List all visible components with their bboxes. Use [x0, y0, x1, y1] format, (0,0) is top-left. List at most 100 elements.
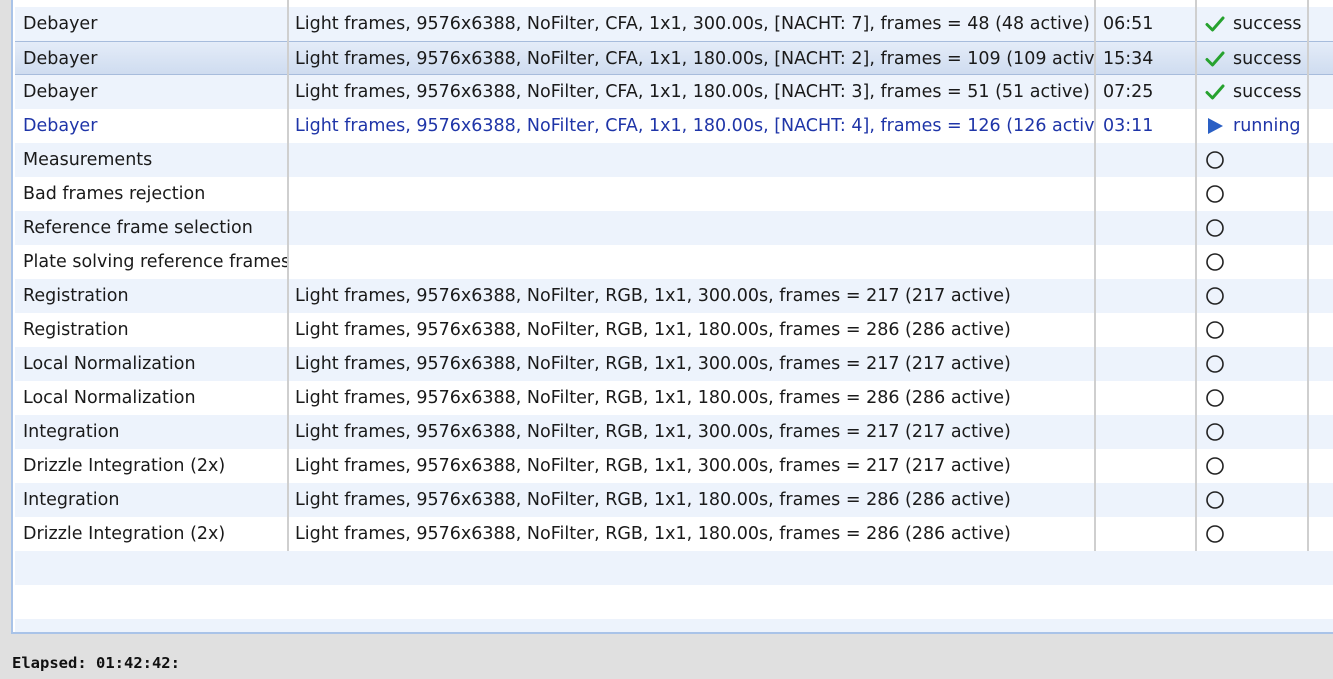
task-time-cell: [1103, 211, 1193, 245]
task-description-cell: Light frames, 9576x6388, NoFilter, RGB, …: [295, 456, 1011, 476]
column-separator: [1195, 0, 1197, 551]
task-status-cell: [1205, 245, 1315, 279]
task-description-cell: Light frames, 9576x6388, NoFilter, CFA, …: [295, 116, 1095, 136]
status-label: success: [1233, 49, 1302, 69]
task-description-cell: Light frames, 9576x6388, NoFilter, RGB, …: [295, 490, 1011, 510]
status-label: running: [1233, 116, 1301, 136]
task-name-cell: Registration: [23, 320, 129, 340]
empty-row: [15, 551, 1333, 585]
task-name-cell: Measurements: [23, 150, 153, 170]
task-description-cell: Light frames, 9576x6388, NoFilter, RGB, …: [295, 422, 1011, 442]
pending-circle-icon: [1205, 318, 1225, 339]
task-description-cell: Light frames, 9576x6388, NoFilter, CFA, …: [295, 82, 1090, 102]
table-row[interactable]: Registration Light frames, 9576x6388, NoF…: [15, 279, 1333, 313]
pending-circle-icon: [1205, 250, 1225, 271]
task-name-cell: Debayer: [23, 14, 98, 34]
task-time-cell: [1103, 483, 1193, 517]
task-time-cell: [1103, 143, 1193, 177]
pending-circle-icon: [1205, 522, 1225, 543]
table-row[interactable]: Plate solving reference frames: [15, 245, 1333, 279]
task-name-cell: Reference frame selection: [23, 218, 253, 238]
task-status-cell: success: [1205, 7, 1315, 41]
task-status-cell: running: [1205, 109, 1315, 143]
table-row[interactable]: Drizzle Integration (2x) Light frames, 95…: [15, 517, 1333, 551]
task-time-cell: 07:25: [1103, 82, 1154, 102]
pending-circle-icon: [1205, 454, 1225, 475]
task-name-cell: Integration: [23, 422, 120, 442]
table-row[interactable]: Local Normalization Light frames, 9576x63…: [15, 381, 1333, 415]
check-icon: [1205, 12, 1225, 32]
task-description-cell: [295, 177, 1095, 211]
table-row[interactable]: Bad frames rejection: [15, 177, 1333, 211]
table-row[interactable]: Integration Light frames, 9576x6388, NoFi…: [15, 483, 1333, 517]
task-time-cell: [1103, 347, 1193, 381]
task-name-cell: Debayer: [23, 49, 98, 69]
task-status-cell: [1205, 177, 1315, 211]
task-time-cell: [1103, 449, 1193, 483]
table-row[interactable]: Drizzle Integration (2x) Light frames, 95…: [15, 449, 1333, 483]
empty-row: [15, 585, 1333, 619]
pending-circle-icon: [1205, 216, 1225, 237]
task-status-cell: success: [1205, 75, 1315, 109]
task-status-cell: [1205, 483, 1315, 517]
task-description-cell: Light frames, 9576x6388, NoFilter, CFA, …: [295, 14, 1090, 34]
task-description-cell: Light frames, 9576x6388, NoFilter, RGB, …: [295, 388, 1011, 408]
pending-circle-icon: [1205, 182, 1225, 203]
table-row[interactable]: Debayer Light frames, 9576x6388, NoFilter…: [15, 109, 1333, 143]
task-status-cell: [1205, 517, 1315, 551]
task-time-cell: [1103, 415, 1193, 449]
task-description-cell: Light frames, 9576x6388, NoFilter, RGB, …: [295, 286, 1011, 306]
task-status-cell: [1205, 347, 1315, 381]
pending-circle-icon: [1205, 352, 1225, 373]
task-time-cell: 15:34: [1103, 49, 1154, 69]
table-row[interactable]: Debayer Light frames, 9576x6388, NoFilter…: [15, 75, 1333, 109]
task-status-cell: [1205, 449, 1315, 483]
task-status-cell: [1205, 143, 1315, 177]
column-separator: [287, 0, 289, 551]
column-separator: [1094, 0, 1096, 551]
check-icon: [1205, 47, 1225, 67]
task-name-cell: Registration: [23, 286, 129, 306]
task-name-cell: Local Normalization: [23, 388, 196, 408]
task-time-cell: [1103, 313, 1193, 347]
check-icon: [1205, 80, 1225, 100]
task-name-cell: Drizzle Integration (2x): [23, 524, 226, 544]
table-row[interactable]: Integration Light frames, 9576x6388, NoFi…: [15, 415, 1333, 449]
task-name-cell: Drizzle Integration (2x): [23, 456, 226, 476]
pending-circle-icon: [1205, 148, 1225, 169]
table-row[interactable]: Registration Light frames, 9576x6388, NoF…: [15, 313, 1333, 347]
task-description-cell: Light frames, 9576x6388, NoFilter, RGB, …: [295, 320, 1011, 340]
task-time-cell: 03:11: [1103, 116, 1154, 136]
task-description-cell: [295, 245, 1095, 279]
task-name-cell: Integration: [23, 490, 120, 510]
table-row[interactable]: Measurements: [15, 143, 1333, 177]
table-row[interactable]: Debayer Light frames, 9576x6388, NoFilter…: [15, 41, 1333, 75]
task-description-cell: [295, 143, 1095, 177]
pending-circle-icon: [1205, 488, 1225, 509]
pending-circle-icon: [1205, 420, 1225, 441]
task-name-cell: Bad frames rejection: [23, 184, 206, 204]
table-row[interactable]: Reference frame selection: [15, 211, 1333, 245]
task-description-cell: Light frames, 9576x6388, NoFilter, RGB, …: [295, 354, 1011, 374]
task-status-cell: [1205, 279, 1315, 313]
task-status-cell: [1205, 415, 1315, 449]
task-time-cell: 06:51: [1103, 14, 1154, 34]
task-description-cell: Light frames, 9576x6388, NoFilter, RGB, …: [295, 524, 1011, 544]
task-list-panel: Debayer Light frames, 9576x6388, NoFilter…: [11, 0, 1333, 634]
elapsed-time-label: Elapsed: 01:42:42:: [12, 654, 180, 672]
task-time-cell: [1103, 517, 1193, 551]
task-name-cell: Debayer: [23, 82, 98, 102]
status-label: success: [1233, 82, 1302, 102]
task-status-cell: success: [1205, 42, 1315, 76]
task-name-cell: Plate solving reference frames: [23, 252, 289, 272]
status-label: success: [1233, 14, 1302, 34]
table-row[interactable]: Local Normalization Light frames, 9576x63…: [15, 347, 1333, 381]
task-status-cell: [1205, 313, 1315, 347]
table-row[interactable]: Debayer Light frames, 9576x6388, NoFilter…: [15, 7, 1333, 41]
pending-circle-icon: [1205, 284, 1225, 305]
play-icon: [1205, 114, 1225, 134]
task-time-cell: [1103, 279, 1193, 313]
task-name-cell: Local Normalization: [23, 354, 196, 374]
task-description-cell: [295, 211, 1095, 245]
column-separator: [1307, 0, 1309, 551]
